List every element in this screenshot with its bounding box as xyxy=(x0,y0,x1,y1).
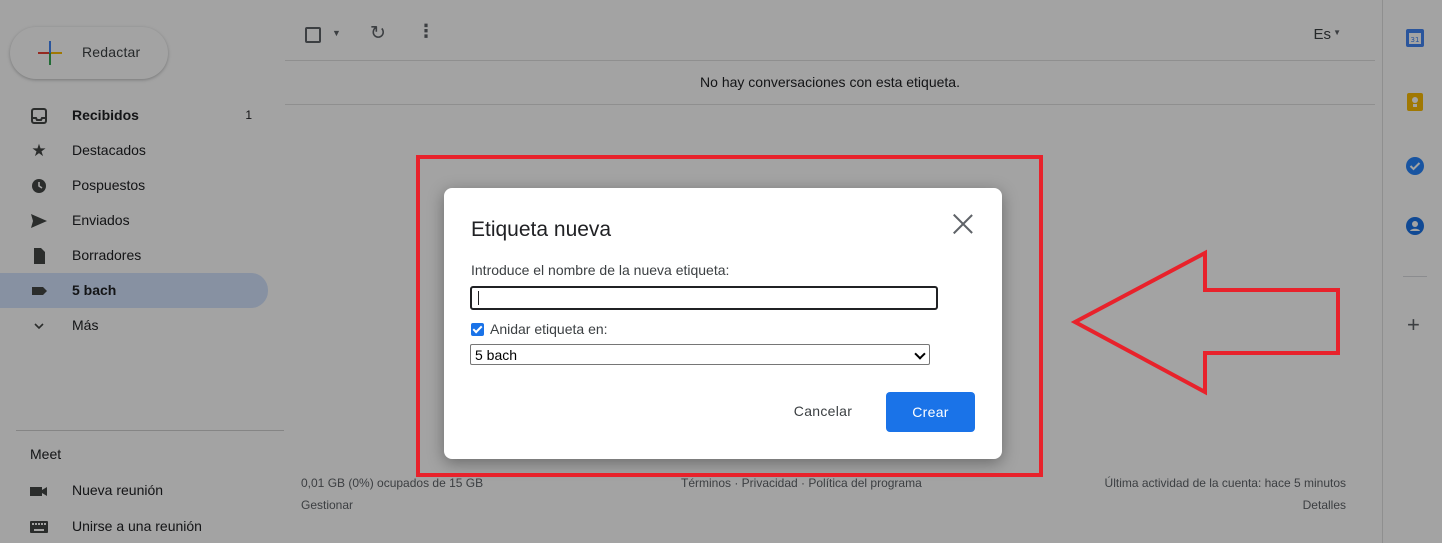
annotation-overlay xyxy=(416,155,1340,477)
arrow-icon xyxy=(1070,249,1340,396)
highlight-box xyxy=(416,155,1043,477)
